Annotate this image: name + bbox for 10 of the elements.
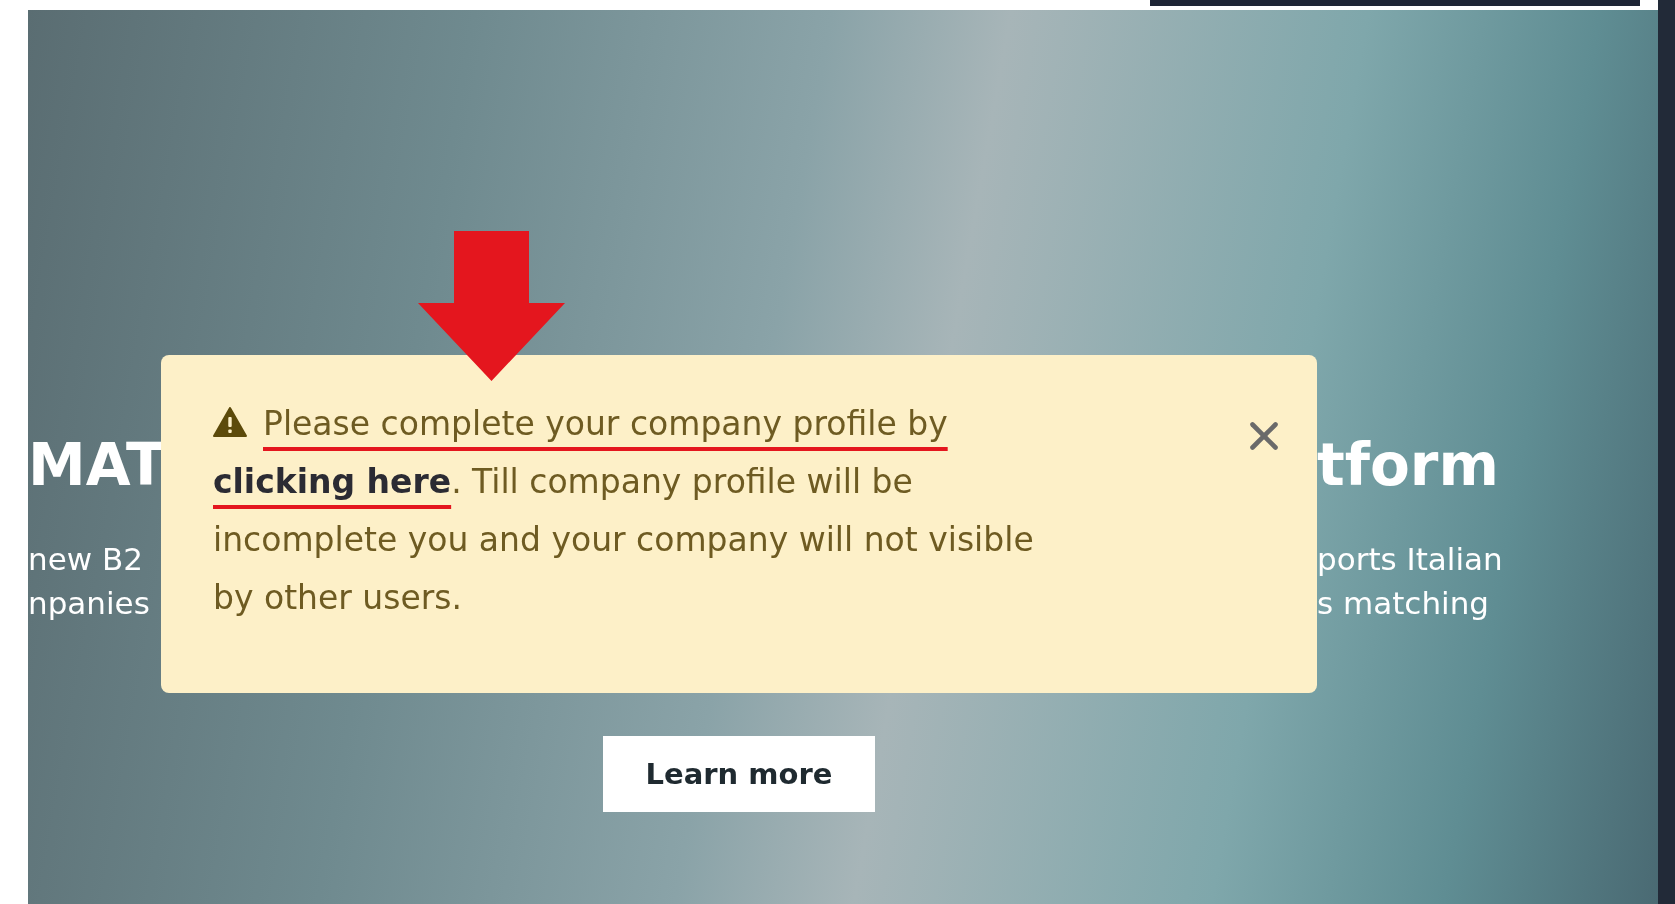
learn-more-button[interactable]: Learn more [603, 736, 875, 812]
hero-subtitle: ports Italian [1317, 540, 1503, 579]
hero-subtitle: npanies [28, 584, 150, 623]
warning-icon [213, 407, 247, 437]
profile-link[interactable]: clicking here [213, 462, 452, 501]
hero-subtitle: new B2 [28, 540, 143, 579]
hero-heading: MAT [28, 433, 166, 497]
hero-subtitle: s matching [1317, 584, 1489, 623]
hero-heading: tform [1317, 433, 1499, 497]
alert-message: Please complete your company profile by clicking here. Till company profile will be incomplete you and your company will not visible by other users. [213, 403, 1035, 619]
